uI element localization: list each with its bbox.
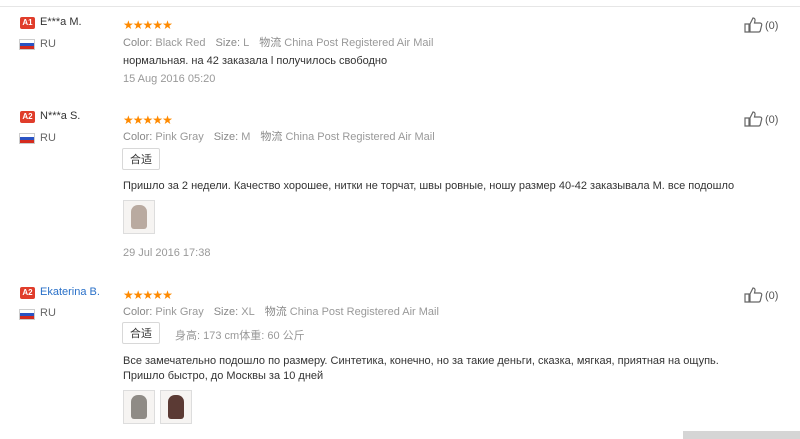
shipping-value: China Post Registered Air Mail <box>289 306 439 318</box>
helpful-button[interactable]: (0) <box>744 287 778 303</box>
review-text-line: Все замечательно подошло по размеру. Син… <box>123 355 719 367</box>
star-icon: ★ <box>162 288 173 302</box>
thumbs-up-icon <box>744 111 763 127</box>
scrollbar[interactable] <box>683 431 800 439</box>
buyer-level-badge: A2 <box>20 111 35 123</box>
star-icon: ★ <box>142 288 154 302</box>
star-icon: ★ <box>123 18 134 32</box>
helpful-button[interactable]: (0) <box>744 17 778 33</box>
star-icon: ★ <box>132 18 144 32</box>
star-icon: ★ <box>162 18 173 32</box>
color-value: Pink Gray <box>155 131 204 143</box>
rating-stars: ★★★★★ <box>123 111 173 127</box>
review-photo-thumbnail[interactable] <box>123 390 155 424</box>
body-measurements: 身高: 173 cm体重: 60 公斤 <box>175 330 305 342</box>
buyer-level-badge: A1 <box>20 17 35 29</box>
height-value: 173 cm <box>203 330 240 342</box>
fit-tag: 合适 <box>122 322 160 344</box>
color-value: Pink Gray <box>155 306 204 318</box>
thumbs-up-icon <box>744 287 763 303</box>
star-icon: ★ <box>152 288 163 302</box>
helpful-count: (0) <box>765 290 779 302</box>
russia-flag-icon <box>19 133 35 144</box>
helpful-count: (0) <box>765 114 779 126</box>
rating-stars: ★★★★★ <box>123 16 173 32</box>
order-info: Color: Pink Gray Size: M 物流 China Post Reg… <box>123 131 435 143</box>
star-icon: ★ <box>142 113 154 127</box>
size-value: L <box>243 37 250 49</box>
star-icon: ★ <box>123 113 134 127</box>
review-date: 15 Aug 2016 05:20 <box>123 73 216 85</box>
order-info: Color: Pink Gray Size: XL 物流 China Post Re… <box>123 306 439 318</box>
shipping-value: China Post Registered Air Mail <box>285 131 435 143</box>
shipping-value: China Post Registered Air Mail <box>284 37 434 49</box>
review-text: нормальная. на 42 заказала l получилось … <box>123 55 388 67</box>
reviewer-country: RU <box>40 132 56 144</box>
star-icon: ★ <box>123 288 134 302</box>
reviewer-name: N***a S. <box>40 110 81 122</box>
reviewer-name: E***a M. <box>40 16 82 28</box>
top-divider <box>0 6 800 7</box>
review-photo-thumbnail[interactable] <box>123 200 155 234</box>
color-value: Black Red <box>155 37 206 49</box>
star-icon: ★ <box>132 288 144 302</box>
reviewer-country: RU <box>40 38 56 50</box>
star-icon: ★ <box>152 113 163 127</box>
review-date: 29 Jul 2016 17:38 <box>123 247 211 259</box>
russia-flag-icon <box>19 309 35 320</box>
star-icon: ★ <box>162 113 173 127</box>
thumbs-up-icon <box>744 17 763 33</box>
review-text-line: Пришло быстро, до Москвы за 10 дней <box>123 370 324 382</box>
review-text: Все замечательно подошло по размеру. Син… <box>123 354 719 384</box>
helpful-count: (0) <box>765 20 779 32</box>
russia-flag-icon <box>19 39 35 50</box>
order-info: Color: Black Red Size: L 物流 China Post Reg… <box>123 37 434 49</box>
weight-value: 60 公斤 <box>267 330 305 342</box>
size-value: M <box>241 131 251 143</box>
star-icon: ★ <box>142 18 154 32</box>
reviewer-country: RU <box>40 307 56 319</box>
size-value: XL <box>241 306 255 318</box>
rating-stars: ★★★★★ <box>123 286 173 302</box>
star-icon: ★ <box>152 18 163 32</box>
review-photo-thumbnail[interactable] <box>160 390 192 424</box>
buyer-level-badge: A2 <box>20 287 35 299</box>
helpful-button[interactable]: (0) <box>744 111 778 127</box>
star-icon: ★ <box>132 113 144 127</box>
reviewer-name-link[interactable]: Ekaterina B. <box>40 286 100 298</box>
fit-tag: 合适 <box>122 148 160 170</box>
review-text: Пришло за 2 недели. Качество хорошее, ни… <box>123 180 735 192</box>
